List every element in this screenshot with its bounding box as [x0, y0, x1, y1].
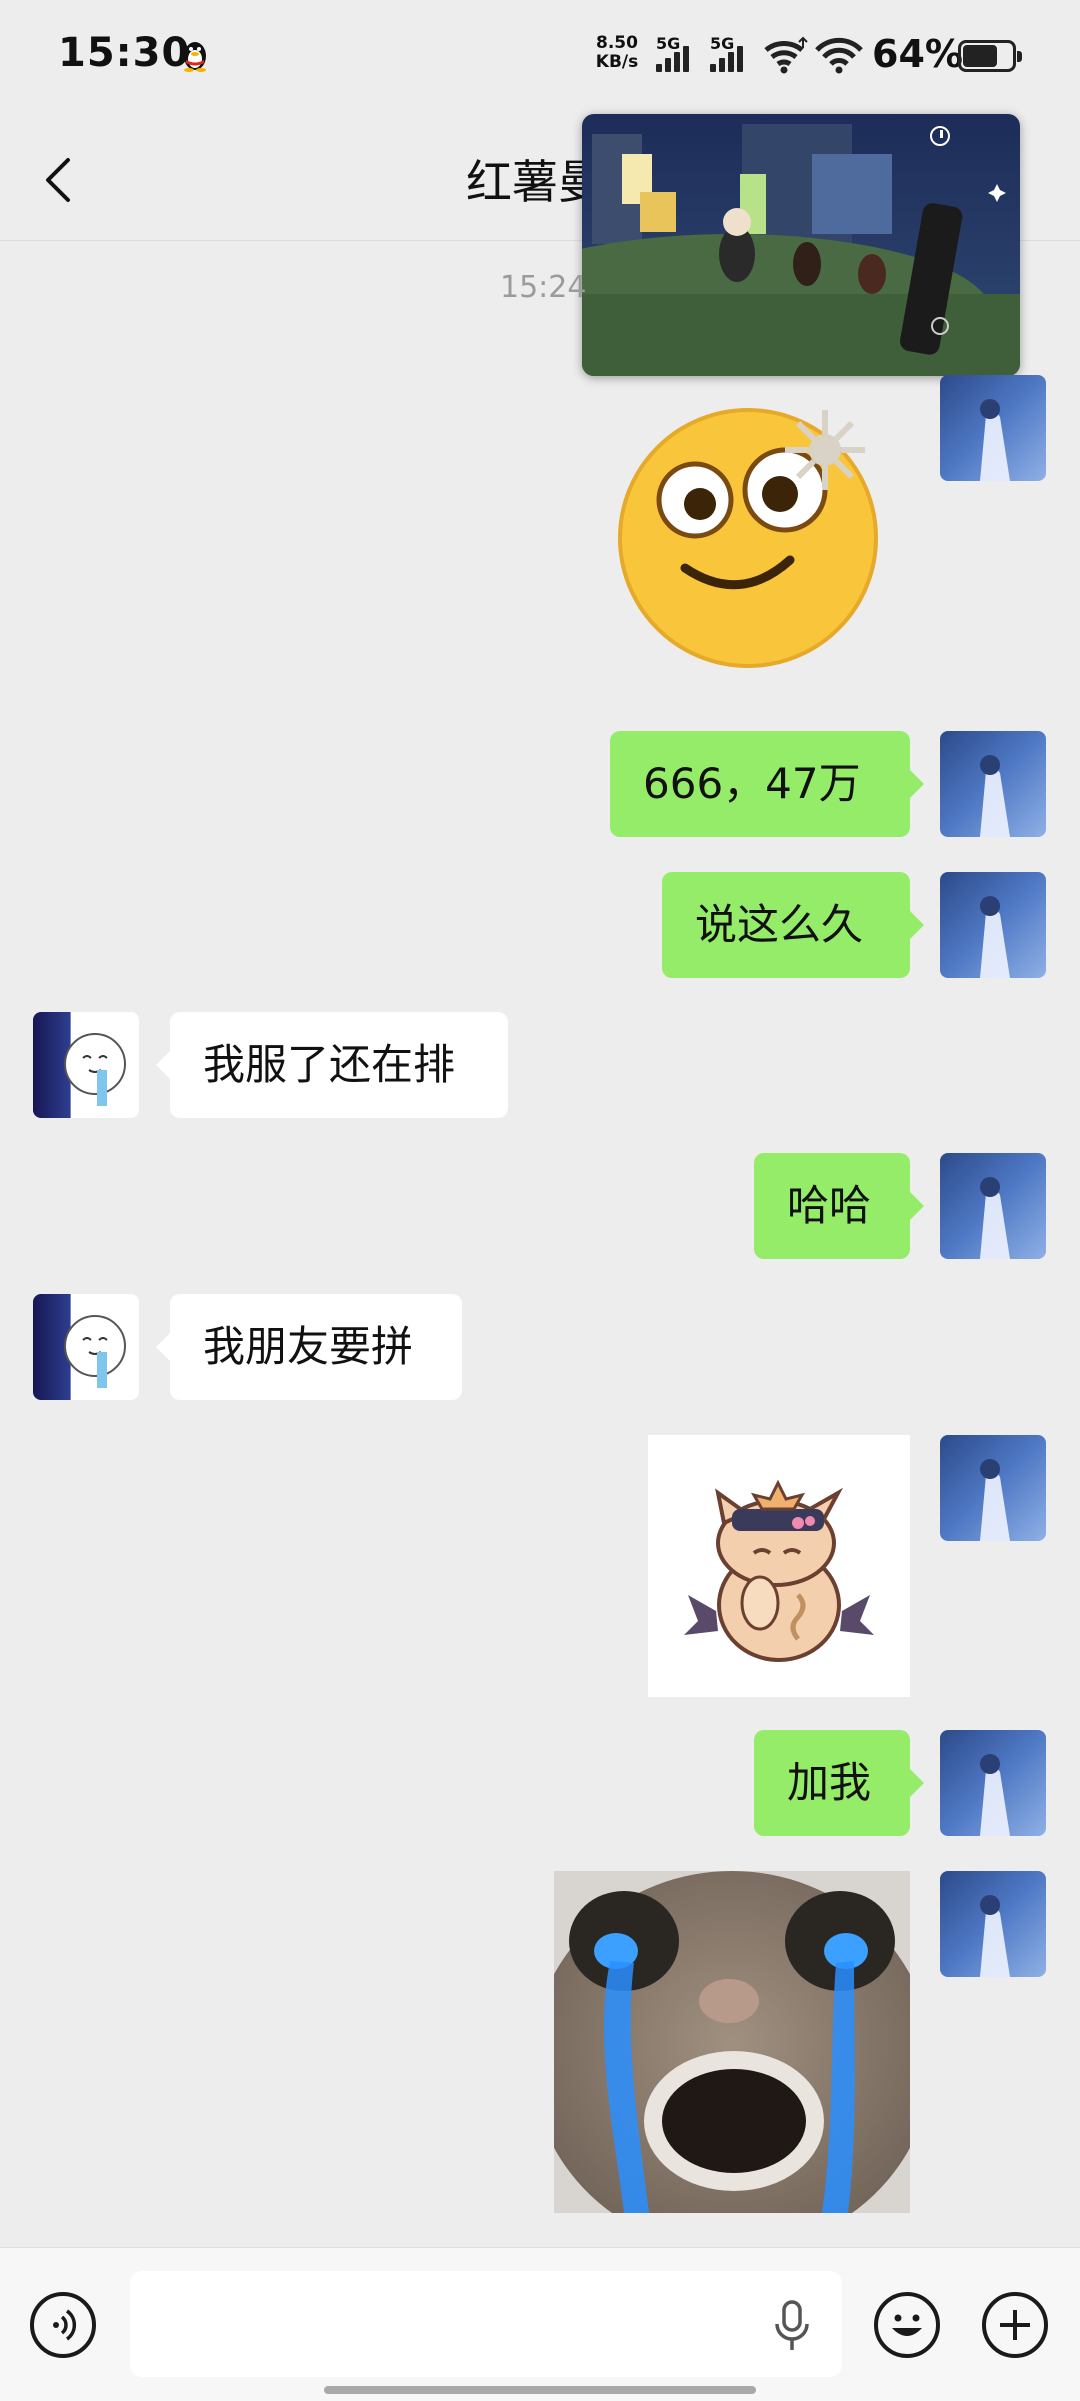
my-avatar[interactable]: [940, 1871, 1046, 1977]
wifi-icon: [762, 36, 810, 76]
message-bubble-received[interactable]: 我朋友要拼: [156, 1294, 462, 1400]
my-avatar[interactable]: [940, 375, 1046, 481]
signal-type-label: 5G: [656, 34, 681, 53]
signal-type-label: 5G: [710, 34, 735, 53]
cartoon-cat-sticker[interactable]: [648, 1435, 910, 1697]
crying-cat-sticker[interactable]: [554, 1871, 910, 2213]
network-speed-value: 8.50: [596, 33, 638, 53]
message-bubble-sent[interactable]: 哈哈: [754, 1153, 924, 1259]
status-time: 15:30: [58, 30, 191, 76]
my-avatar[interactable]: [940, 731, 1046, 837]
status-bar: 15:30 8.50 KB/s 5G 5G 64%: [0, 0, 1080, 110]
contact-avatar[interactable]: [33, 1012, 139, 1118]
voice-icon[interactable]: [30, 2292, 96, 2358]
battery-percent: 64%: [872, 32, 963, 76]
floating-video-window[interactable]: [582, 114, 1020, 376]
signal-icon: 5G: [656, 34, 706, 74]
message-timestamp: 15:24: [500, 270, 587, 305]
message-bubble-sent[interactable]: 加我: [754, 1730, 924, 1836]
battery-icon: [958, 40, 1022, 72]
signal-icon: 5G: [710, 34, 760, 74]
message-bubble-sent[interactable]: 666，47万: [610, 731, 924, 837]
mic-icon[interactable]: [772, 2298, 812, 2354]
chat-input-bar: [0, 2247, 1080, 2401]
message-bubble-received[interactable]: 我服了还在排: [156, 1012, 508, 1118]
message-input[interactable]: [130, 2271, 842, 2377]
message-bubble-sent[interactable]: 说这么久: [662, 872, 924, 978]
contact-avatar[interactable]: [33, 1294, 139, 1400]
my-avatar[interactable]: [940, 1153, 1046, 1259]
network-speed-unit: KB/s: [595, 52, 639, 72]
my-avatar[interactable]: [940, 872, 1046, 978]
emoji-icon[interactable]: [874, 2292, 940, 2358]
my-avatar[interactable]: [940, 1435, 1046, 1541]
wifi-icon: [815, 36, 863, 76]
qq-penguin-icon: [180, 38, 210, 72]
home-indicator[interactable]: [324, 2386, 756, 2394]
chevron-left-icon[interactable]: [36, 150, 86, 210]
my-avatar[interactable]: [940, 1730, 1046, 1836]
network-speed: 8.50 KB/s: [592, 34, 642, 72]
plus-icon[interactable]: [982, 2292, 1048, 2358]
dazed-emoji-sticker[interactable]: [610, 400, 890, 670]
